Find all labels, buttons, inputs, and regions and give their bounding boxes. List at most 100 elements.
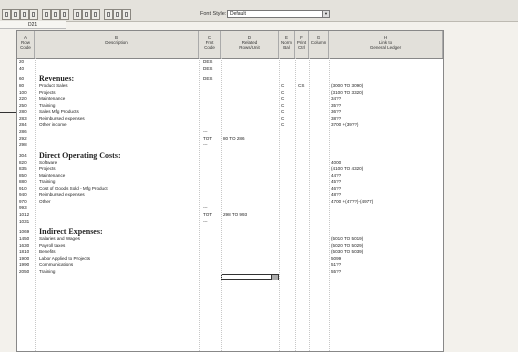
row-code-cell: 1450 xyxy=(19,236,30,242)
column-header-g[interactable]: G Column xyxy=(309,31,329,58)
table-row[interactable]: 993 --- xyxy=(17,205,443,211)
related-rows-cell: 298 TO 993 xyxy=(223,212,248,217)
font-style-value: Default xyxy=(230,11,246,17)
description-cell: Communications xyxy=(39,262,74,268)
gl-link-cell: 4000 xyxy=(331,159,342,165)
row-code-cell: 220 xyxy=(19,96,27,102)
table-row[interactable]: 880 Training 45?? xyxy=(17,179,443,185)
format-code-cell: DES xyxy=(203,59,213,64)
gl-link-cell: 55?? xyxy=(331,268,342,274)
table-row[interactable]: 970 Other 4700 +(47??)-(4977) xyxy=(17,199,443,205)
copy-icon[interactable] xyxy=(51,9,60,20)
column-divider xyxy=(221,58,222,351)
row-code-cell: 850 xyxy=(19,172,27,178)
table-row[interactable]: 1630 Payroll taxes (5020 TO 5029) xyxy=(17,243,443,249)
row-code-cell: 60 xyxy=(19,76,25,82)
format-icon[interactable] xyxy=(104,9,113,20)
description-cell: Maintenance xyxy=(39,172,66,178)
grid-icon[interactable] xyxy=(113,9,122,20)
table-row[interactable]: 298 --- xyxy=(17,142,443,148)
table-row[interactable]: 940 Reimbursed expenses 48?? xyxy=(17,192,443,198)
new-icon[interactable] xyxy=(2,9,11,20)
table-row[interactable]: 100 Projects C (3100 TO 3320) xyxy=(17,90,443,96)
column-header-a[interactable]: A Row Code xyxy=(17,31,35,58)
column-header-f[interactable]: F Print Ctrl xyxy=(295,31,309,58)
table-row[interactable]: 850 Maintenance 44?? xyxy=(17,173,443,179)
column-title: General Ledger xyxy=(369,45,402,50)
gl-link-cell: (5030 TO 5039) xyxy=(331,249,364,255)
row-code-cell: 280 xyxy=(19,109,27,115)
cell-editor-dropdown[interactable] xyxy=(221,274,279,280)
gl-link-cell: (5020 TO 5029) xyxy=(331,242,364,248)
row-code-cell: 1031 xyxy=(19,218,30,224)
table-row[interactable]: 286 --- xyxy=(17,129,443,135)
table-row[interactable]: 40 DES xyxy=(17,66,443,72)
row-code-cell: 1900 xyxy=(19,255,30,261)
description-cell: Salaries and Wages xyxy=(39,236,80,242)
row-code-cell: 2050 xyxy=(19,268,30,274)
column-header-row: A Row Code B Description C Fmt Code D Related Rows… xyxy=(17,31,443,59)
format-code-cell: --- xyxy=(203,218,208,224)
table-row[interactable]: 1450 Salaries and Wages (5010 TO 5019) xyxy=(17,236,443,242)
description-cell: Payroll taxes xyxy=(39,242,66,248)
section-heading: Direct Operating Costs: xyxy=(39,150,121,160)
row-code-cell: 940 xyxy=(19,192,27,198)
gl-link-cell: 38?? xyxy=(331,115,342,121)
column-header-b[interactable]: B Description xyxy=(35,31,199,58)
table-row[interactable]: 280 Sales Mfg Products C 36?? xyxy=(17,109,443,115)
column-title: Ctrl xyxy=(298,45,305,50)
column-divider xyxy=(295,58,296,351)
table-row[interactable]: 20 DES xyxy=(17,59,443,65)
font-style-label: Font Style: xyxy=(200,11,227,17)
normal-balance-cell: C xyxy=(281,96,285,102)
chevron-down-icon[interactable] xyxy=(271,275,278,280)
normal-balance-cell: C xyxy=(281,102,285,108)
table-row[interactable]: 820 Software 4000 xyxy=(17,160,443,166)
cut-icon[interactable] xyxy=(42,9,51,20)
open-icon[interactable] xyxy=(11,9,20,20)
table-row[interactable]: 835 Projects (4100 TO 4320) xyxy=(17,166,443,172)
row-code-cell: 286 xyxy=(19,128,27,134)
column-header-c[interactable]: C Fmt Code xyxy=(199,31,221,58)
gl-link-cell: (3000 TO 3090) xyxy=(331,83,364,89)
column-header-h[interactable]: H Link to General Ledger xyxy=(329,31,443,58)
report-grid[interactable]: A Row Code B Description C Fmt Code D Related Rows… xyxy=(16,30,444,352)
table-row[interactable]: 284 Other income C 3700 +(39??) xyxy=(17,122,443,128)
table-row[interactable]: 250 Training C 35?? xyxy=(17,103,443,109)
table-row[interactable]: 1012 TOT 298 TO 993 xyxy=(17,212,443,218)
format-code-cell: TOT xyxy=(203,135,213,141)
table-row[interactable]: 80 Product Sales C CS (3000 TO 3090) xyxy=(17,83,443,89)
row-code-cell: 304 xyxy=(19,152,27,158)
table-row[interactable]: 1031 --- xyxy=(17,219,443,225)
column-header-d[interactable]: D Related Rows/Unit xyxy=(221,31,279,58)
table-row[interactable]: 1810 Benefits (5030 TO 5039) xyxy=(17,249,443,255)
description-cell: Training xyxy=(39,102,56,108)
font-style-select[interactable]: Default ▼ xyxy=(227,10,330,18)
gl-link-cell: 34?? xyxy=(331,96,342,102)
table-row[interactable]: 1990 Communications 51?? xyxy=(17,262,443,268)
table-row[interactable]: 220 Maintenance C 34?? xyxy=(17,96,443,102)
related-rows-cell: 80 TO 286 xyxy=(223,135,245,141)
row-code-cell: 298 xyxy=(19,142,27,148)
insert-row-icon[interactable] xyxy=(73,9,82,20)
print-icon[interactable] xyxy=(29,9,38,20)
table-row[interactable]: 283 Reimbursed expenses C 38?? xyxy=(17,116,443,122)
save-icon[interactable] xyxy=(20,9,29,20)
insert-column-icon[interactable] xyxy=(91,9,100,20)
column-title: Column xyxy=(310,40,327,45)
column-header-e[interactable]: E Norm Bal xyxy=(279,31,295,58)
gl-link-cell: 51?? xyxy=(331,262,342,268)
gl-link-cell: 46?? xyxy=(331,185,342,191)
help-icon[interactable] xyxy=(122,9,131,20)
row-code-cell: 1630 xyxy=(19,242,30,248)
table-row[interactable]: 1900 Labor Applied to Projects 5099 xyxy=(17,256,443,262)
table-row[interactable]: 292 TOT 80 TO 286 xyxy=(17,136,443,142)
gl-link-cell: (5010 TO 5019) xyxy=(331,236,364,242)
gl-link-cell: 5099 xyxy=(331,255,342,261)
description-cell: Training xyxy=(39,179,56,185)
table-row[interactable]: 910 Cost of Goods Sold - Mfg Product 46?? xyxy=(17,186,443,192)
delete-row-icon[interactable] xyxy=(82,9,91,20)
paste-icon[interactable] xyxy=(60,9,69,20)
chevron-down-icon[interactable]: ▼ xyxy=(322,11,329,17)
description-cell: Projects xyxy=(39,166,56,172)
